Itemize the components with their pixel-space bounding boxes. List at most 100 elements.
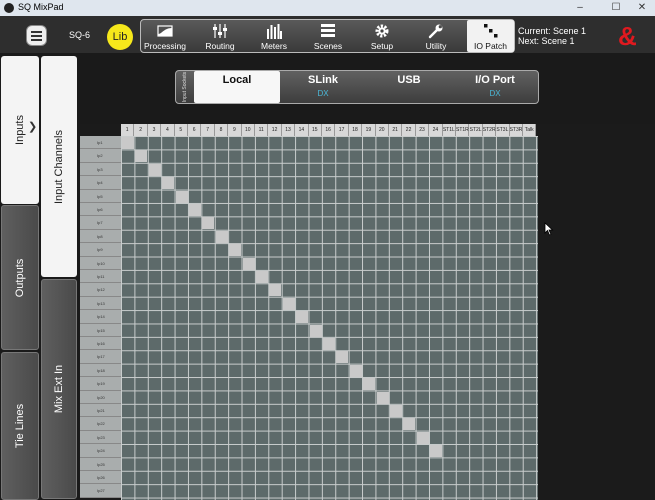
source-option-name: Local xyxy=(222,74,252,86)
processing-icon xyxy=(157,25,173,37)
left-tab-outputs[interactable]: Outputs xyxy=(1,205,39,350)
patch-point[interactable] xyxy=(363,378,376,391)
patch-point[interactable] xyxy=(148,163,161,176)
patch-point[interactable] xyxy=(336,351,349,364)
patch-point[interactable] xyxy=(175,190,188,203)
patch-point[interactable] xyxy=(256,271,268,283)
patch-point[interactable] xyxy=(349,364,362,377)
nav-label: Setup xyxy=(370,41,394,51)
row-header: Ip26 xyxy=(80,471,121,485)
patch-point[interactable] xyxy=(296,311,309,324)
nav-label: Routing xyxy=(205,41,235,51)
column-header: 5 xyxy=(174,124,188,136)
column-header: ST3L xyxy=(496,124,510,136)
allen-heath-logo: & xyxy=(618,21,637,51)
column-header: 4 xyxy=(161,124,175,136)
column-header: ST1L xyxy=(442,124,456,136)
patch-point[interactable] xyxy=(122,137,134,149)
row-header: Ip13 xyxy=(80,296,121,311)
column-header: 24 xyxy=(429,124,443,136)
window-title: SQ MixPad xyxy=(18,2,64,12)
row-header: Ip12 xyxy=(80,283,121,297)
source-option-io-port[interactable]: I/O Port DX xyxy=(452,71,538,103)
row-header: Ip23 xyxy=(80,430,121,445)
maximize-button[interactable]: ☐ xyxy=(603,0,629,16)
patch-point[interactable] xyxy=(376,391,389,404)
row-header: Ip15 xyxy=(80,323,121,337)
left-tab-inputs[interactable]: Inputs ❯ xyxy=(1,56,39,204)
row-header: Ip8 xyxy=(80,229,121,244)
patch-point[interactable] xyxy=(390,405,402,417)
patch-point[interactable] xyxy=(282,297,295,310)
patch-point[interactable] xyxy=(215,230,228,243)
patch-point[interactable] xyxy=(430,445,443,458)
column-header: 21 xyxy=(389,124,403,136)
source-option-name: USB xyxy=(397,74,421,86)
patch-point[interactable] xyxy=(323,338,335,350)
setup-gear-icon xyxy=(375,24,389,38)
row-header: Ip21 xyxy=(80,404,121,418)
top-bar: SQ-6 Lib Processing Routing Meters Scene… xyxy=(0,16,655,53)
row-header: Ip11 xyxy=(80,270,121,284)
row-header: Ip10 xyxy=(80,256,121,270)
window-titlebar: SQ MixPad – ☐ ✕ xyxy=(0,0,655,16)
input-sockets-label: Input Sockets xyxy=(176,71,194,103)
current-scene: Current: Scene 1 xyxy=(518,26,587,36)
nav-tab-meters[interactable]: Meters xyxy=(251,20,297,52)
source-option-usb[interactable]: USB xyxy=(366,71,452,103)
column-header: ST2L xyxy=(469,124,483,136)
console-model: SQ-6 xyxy=(69,30,91,40)
row-header: Ip7 xyxy=(80,216,121,230)
app-icon xyxy=(4,3,14,13)
row-header: Ip14 xyxy=(80,310,121,324)
row-header: Ip25 xyxy=(80,457,121,471)
patch-point[interactable] xyxy=(202,217,215,230)
patch-point[interactable] xyxy=(162,177,175,190)
left-tab-tie-lines[interactable]: Tie Lines xyxy=(1,352,39,500)
column-header: 16 xyxy=(322,124,336,136)
menu-icon[interactable] xyxy=(26,25,47,46)
close-button[interactable]: ✕ xyxy=(629,0,655,16)
mouse-cursor-icon xyxy=(544,222,554,236)
row-header: Ip20 xyxy=(80,390,121,404)
minimize-button[interactable]: – xyxy=(567,0,593,16)
source-option-slink[interactable]: SLink DX xyxy=(280,71,366,103)
next-scene: Next: Scene 1 xyxy=(518,36,575,46)
nav-tab-processing[interactable]: Processing xyxy=(141,20,189,52)
row-header: Ip5 xyxy=(80,189,121,203)
nav-tab-scenes[interactable]: Scenes xyxy=(305,20,351,52)
row-header: Ip18 xyxy=(80,363,121,378)
patch-point[interactable] xyxy=(242,257,255,270)
column-header: 18 xyxy=(348,124,363,136)
nav-tab-setup[interactable]: Setup xyxy=(359,20,405,52)
patch-point[interactable] xyxy=(416,431,429,444)
source-selector: Input Sockets Local SLink DX USB I/O Por… xyxy=(175,70,539,104)
nav-tab-io-patch[interactable]: IO Patch xyxy=(467,20,514,52)
main-nav: Processing Routing Meters Scenes Setup U… xyxy=(140,19,515,53)
patch-point[interactable] xyxy=(269,284,282,297)
source-option-local[interactable]: Local xyxy=(194,71,280,103)
row-header: Ip17 xyxy=(80,350,121,364)
sub-tab-mix-ext-in[interactable]: Mix Ext In xyxy=(41,279,77,499)
column-header: Talk xyxy=(523,124,537,136)
column-header: 17 xyxy=(335,124,349,136)
nav-label: Utility xyxy=(425,41,447,51)
column-header: 11 xyxy=(255,124,269,136)
patch-point[interactable] xyxy=(135,150,148,163)
column-header: 1 xyxy=(121,124,135,136)
utility-wrench-icon xyxy=(428,24,443,39)
patch-point[interactable] xyxy=(189,204,201,216)
patch-matrix[interactable] xyxy=(121,136,538,500)
patch-point[interactable] xyxy=(309,324,322,337)
sub-tab-input-channels[interactable]: Input Channels xyxy=(41,56,77,277)
column-header: 3 xyxy=(147,124,162,136)
nav-tab-utility[interactable]: Utility xyxy=(413,20,459,52)
column-header: 19 xyxy=(362,124,376,136)
chevron-right-icon: ❯ xyxy=(28,121,38,133)
library-button[interactable]: Lib xyxy=(107,24,133,50)
source-option-sub: DX xyxy=(317,89,329,98)
patch-point[interactable] xyxy=(403,418,416,431)
nav-tab-routing[interactable]: Routing xyxy=(197,20,243,52)
patch-point[interactable] xyxy=(229,244,242,257)
left-tab-label: Tie Lines xyxy=(14,403,26,449)
